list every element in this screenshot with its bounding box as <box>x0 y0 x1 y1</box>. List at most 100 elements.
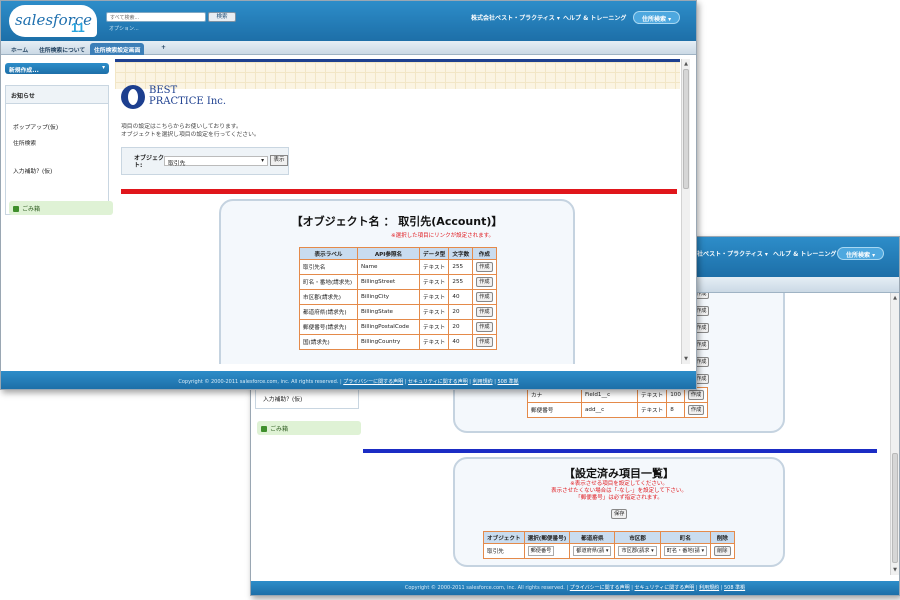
tab-settings[interactable]: 住所検索設定画面 <box>90 43 145 55</box>
help-link[interactable]: ヘルプ & トレーニング <box>563 13 626 22</box>
privacy-link[interactable]: プライバシーに関する声明 <box>343 379 403 385</box>
table-row: 都道府県(請求先) BillingState テキスト 20 作成 <box>299 304 497 320</box>
main-scrollbar[interactable]: ▲ ▼ <box>681 59 690 364</box>
create-new-button[interactable]: 新規作成... ▾ <box>5 63 109 74</box>
save-button[interactable]: 保存 <box>611 509 628 519</box>
recycle-bin-link[interactable]: ごみ箱 <box>9 201 113 215</box>
user-menu[interactable]: 株式会社ベスト・プラクティス ▾ <box>471 13 560 22</box>
create-button[interactable]: 作成 <box>476 277 493 287</box>
security-link[interactable]: セキュリティに関する声明 <box>635 585 695 591</box>
section-divider <box>363 449 877 453</box>
trash-icon <box>13 206 19 212</box>
recycle-bin-link[interactable]: ごみ箱 <box>257 421 361 435</box>
accessibility-link[interactable]: 508 準拠 <box>724 585 745 591</box>
logo-line-2: PRACTICE Inc. <box>149 96 227 107</box>
create-button[interactable]: 作成 <box>476 307 493 317</box>
display-button[interactable]: 表示 <box>270 155 288 166</box>
back-scrollbar[interactable]: ▲ ▼ <box>890 293 899 575</box>
scroll-up-icon[interactable]: ▲ <box>683 61 689 67</box>
column-header: 選択(郵便番号) <box>523 531 571 544</box>
cell: 郵便番号(請求先) <box>299 319 358 335</box>
create-button[interactable]: 作成 <box>476 337 493 347</box>
main-content: BEST PRACTICE Inc. 項目の設定はこちらからお使いしております。 … <box>115 59 689 364</box>
fields-panel: 【オブジェクト名 ： 取引先(Account)】 ※選択した項目にリンクが設定さ… <box>219 199 575 364</box>
create-button[interactable]: 作成 <box>476 292 493 302</box>
user-menu[interactable]: 会社ベスト・プラクティス ▾ <box>691 249 768 258</box>
cell: 町名・番地(請 ▾ <box>659 543 712 559</box>
create-button[interactable]: 作成 <box>687 405 705 415</box>
help-link[interactable]: ヘルプ & トレーニング <box>773 249 836 258</box>
cell: 国(請求先) <box>299 334 358 350</box>
column-header: API参照名 <box>357 247 420 260</box>
cell: 20 <box>448 319 474 335</box>
sidebar-item-input-assist[interactable]: 入力補助？(仮) <box>263 394 302 403</box>
delete-button[interactable]: 削除 <box>714 546 731 556</box>
scroll-thumb[interactable] <box>683 69 689 189</box>
search-input[interactable]: すべて検索... <box>106 12 206 22</box>
cell: 作成 <box>472 259 497 275</box>
cell: 市区郡(請求先) <box>299 289 358 305</box>
cell: 255 <box>448 274 474 290</box>
scroll-down-icon[interactable]: ▼ <box>892 567 898 573</box>
sidebar-item-address-search[interactable]: 住所検索 <box>13 138 36 147</box>
cell: 市区郡(請求 ▾ <box>614 543 661 559</box>
scroll-up-icon[interactable]: ▲ <box>892 295 898 301</box>
cell: 40 <box>448 334 474 350</box>
terms-link[interactable]: 利用規約 <box>699 585 719 591</box>
sidebar-item-input-assist[interactable]: 入力補助？(仮) <box>13 166 52 175</box>
search-options-link[interactable]: オプション... <box>109 25 139 32</box>
column-header: オブジェクト <box>483 531 525 544</box>
table-row: 取引先 郵便番号 都道府県(請 ▾ 市区郡(請求 ▾ 町名・番地(請 ▾ 削除 <box>483 543 735 559</box>
column-header: 文字数 <box>448 247 474 260</box>
cell: 作成 <box>472 274 497 290</box>
app-switcher[interactable]: 住所検索 ▾ <box>633 11 681 24</box>
scroll-thumb[interactable] <box>892 453 898 563</box>
table-row: 郵便番号(請求先) BillingPostalCode テキスト 20 作成 <box>299 319 497 335</box>
zip-select[interactable]: 郵便番号 <box>527 546 555 556</box>
cell: 40 <box>448 289 474 305</box>
object-select[interactable]: 取引先 ▾ <box>164 156 268 167</box>
sidebar-item-popup[interactable]: ポップアップ(仮) <box>13 122 58 131</box>
panel-note: ※選択した項目にリンクが設定されます。 <box>391 233 495 239</box>
column-header: 町名 <box>659 531 712 544</box>
table-row: 国(請求先) BillingCountry テキスト 40 作成 <box>299 334 497 350</box>
settings-panel: 【設定済み項目一覧】 ※表示させる項目を設定してください。 表示させたくない場合… <box>453 457 785 567</box>
cell: 郵便番号 <box>523 543 571 559</box>
logo-line-1: BEST <box>149 85 178 96</box>
privacy-link[interactable]: プライバシーに関する声明 <box>570 585 630 591</box>
footer-copyright: Copyright © 2000-2011 salesforce.com, in… <box>404 585 569 591</box>
cell: 取引先名 <box>299 259 358 275</box>
chevron-down-icon: ▾ <box>102 65 105 71</box>
accessibility-link[interactable]: 508 準拠 <box>497 379 518 385</box>
terms-link[interactable]: 利用規約 <box>473 379 493 385</box>
page-description: 項目の設定はこちらからお使いしております。 オブジェクトを選択し項目の設定を行っ… <box>121 123 260 139</box>
app-switcher[interactable]: 住所検索 ▾ <box>837 247 885 260</box>
tab-add[interactable]: + <box>157 43 170 55</box>
description-line: 項目の設定はこちらからお使いしております。 <box>121 124 242 130</box>
tab-home[interactable]: ホーム <box>7 43 32 55</box>
description-line: オブジェクトを選択し項目の設定を行ってください。 <box>121 132 260 138</box>
scroll-down-icon[interactable]: ▼ <box>683 356 689 362</box>
cell: 作成 <box>472 289 497 305</box>
object-selector-box: オブジェクト: 取引先 ▾ 表示 <box>121 147 289 175</box>
create-button[interactable]: 作成 <box>687 390 705 400</box>
cell: add__c <box>581 402 638 418</box>
street-select[interactable]: 町名・番地(請 ▾ <box>663 546 708 556</box>
create-button[interactable]: 作成 <box>476 262 493 272</box>
cell: BillingCountry <box>357 334 420 350</box>
security-link[interactable]: セキュリティに関する声明 <box>408 379 468 385</box>
prefecture-select[interactable]: 都道府県(請 ▾ <box>573 546 612 556</box>
salesforce-logo[interactable]: salesforce 11 <box>9 5 97 37</box>
search-button[interactable]: 検索 <box>208 12 236 22</box>
city-select[interactable]: 市区郡(請求 ▾ <box>618 546 657 556</box>
cell: 削除 <box>710 543 735 559</box>
front-window: salesforce 11 すべて検索... 検索 オプション... 株式会社ベ… <box>0 0 697 390</box>
cell: 作成 <box>472 334 497 350</box>
create-button[interactable]: 作成 <box>476 322 493 332</box>
tab-about[interactable]: 住所検索について <box>35 43 89 55</box>
table-row: 市区郡(請求先) BillingCity テキスト 40 作成 <box>299 289 497 305</box>
footer-copyright: Copyright © 2000-2011 salesforce.com, in… <box>178 379 342 385</box>
section-divider <box>121 189 677 194</box>
recycle-label: ごみ箱 <box>22 206 41 213</box>
settings-table: オブジェクト 選択(郵便番号) 都道府県 市区郡 町名 削除 取引先 郵便番号 … <box>483 531 735 559</box>
